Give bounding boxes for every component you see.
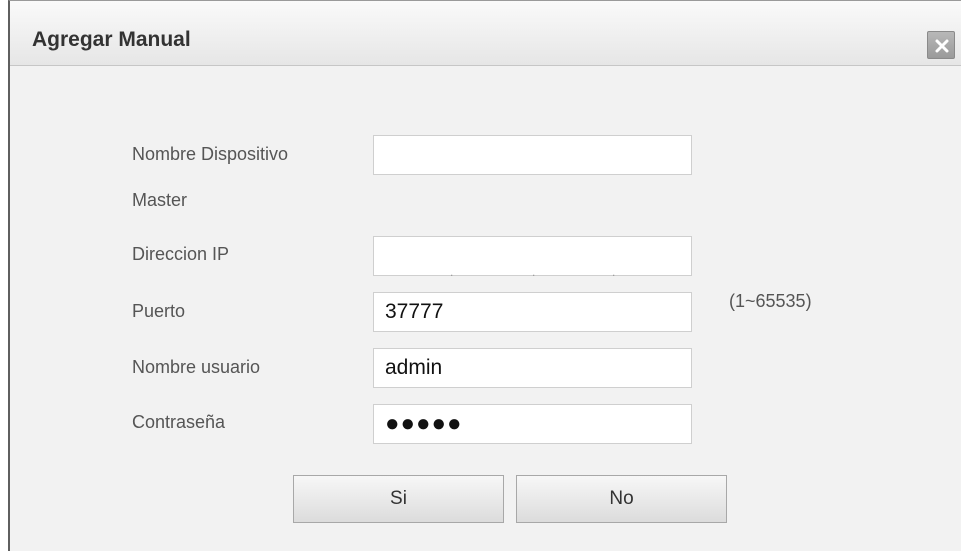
ip-address-input[interactable]: . . . — [373, 236, 692, 279]
password-label: Contraseña — [132, 412, 226, 432]
port-input[interactable]: 37777 — [373, 292, 692, 332]
device-name-label: Nombre Dispositivo — [132, 144, 289, 164]
add-manual-dialog: Agregar Manual Nombre Dispositivo Master… — [8, 0, 961, 551]
close-button[interactable] — [927, 31, 955, 59]
ip-separator: . — [450, 265, 454, 279]
ip-separator: . — [532, 265, 536, 279]
no-button[interactable]: No — [516, 475, 727, 523]
device-name-input[interactable] — [373, 135, 692, 175]
dialog-titlebar: Agregar Manual — [10, 1, 961, 66]
ip-separator: . — [612, 265, 616, 279]
password-input[interactable]: ●●●●● — [373, 404, 692, 444]
port-label: Puerto — [132, 301, 186, 321]
close-icon — [935, 39, 949, 53]
username-label: Nombre usuario — [132, 357, 261, 377]
ip-address-label: Direccion IP — [132, 244, 230, 264]
dialog-title: Agregar Manual — [32, 28, 191, 51]
port-range-hint: (1~65535) — [729, 291, 812, 311]
username-input[interactable]: admin — [373, 348, 692, 388]
master-label: Master — [132, 190, 188, 210]
yes-button[interactable]: Si — [293, 475, 504, 523]
